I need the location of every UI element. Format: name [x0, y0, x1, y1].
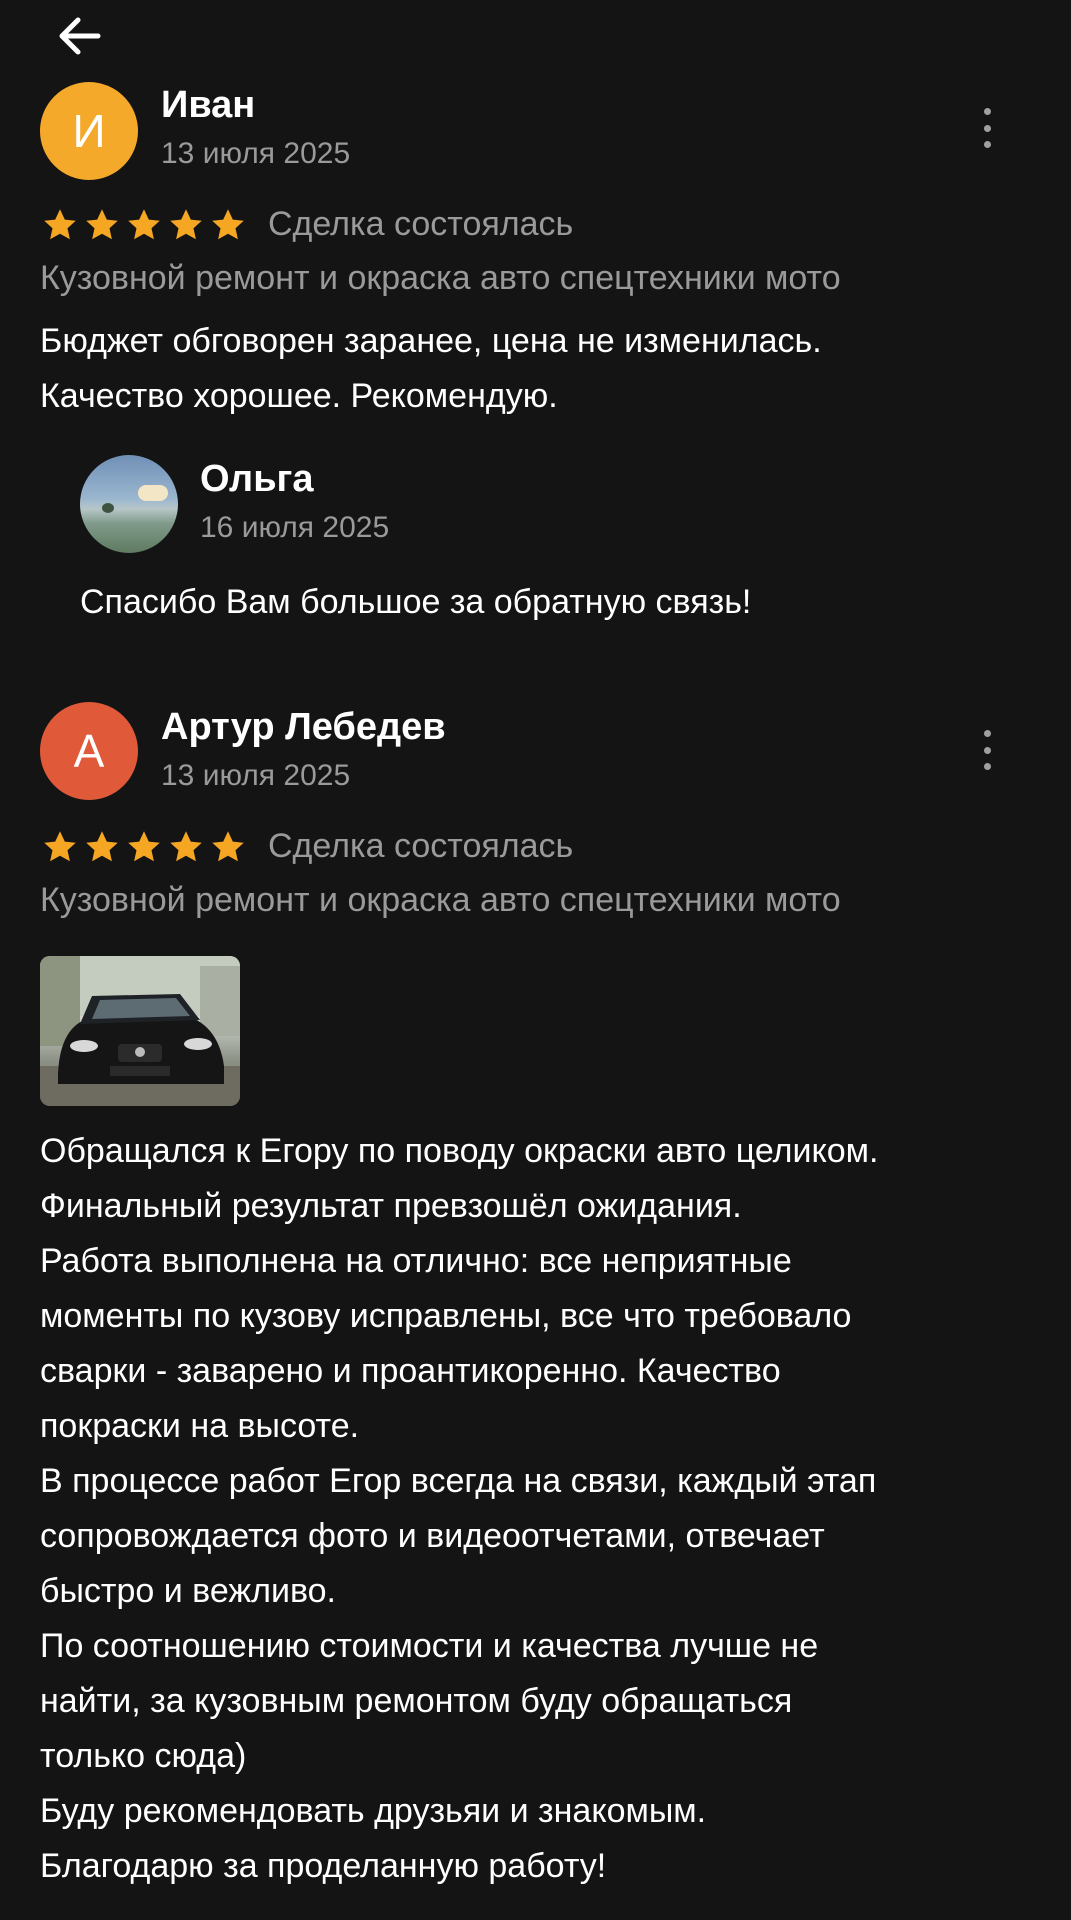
- dot: [983, 108, 991, 115]
- star-icon: [170, 830, 202, 861]
- review-text-line: сопровождается фото и видеоотчетами, отв…: [40, 1517, 825, 1555]
- star-rating: [42, 207, 246, 243]
- review-text-line: По соотношению стоимости и качества лучш…: [40, 1627, 819, 1665]
- review-text-line: моменты по кузову исправлены, все что тр…: [40, 1297, 852, 1335]
- deal-status: Сделка состоялась: [268, 205, 574, 243]
- star-icon: [44, 208, 76, 239]
- star-icon: [128, 208, 160, 239]
- review-text: Бюджет обговорен заранее, цена не измени…: [40, 314, 822, 424]
- review-text-line: Работа выполнена на отлично: все неприят…: [40, 1242, 792, 1280]
- review-text-line: Финальный результат превзошёл ожидания.: [40, 1187, 742, 1225]
- review-text-line: Буду рекомендовать друзьяи и знакомым.: [40, 1792, 707, 1830]
- reply-text: Спасибо Вам большое за обратную связь!: [80, 575, 751, 630]
- star-icon: [44, 830, 76, 861]
- reply-avatar: [80, 455, 178, 553]
- avatar-letter: И: [72, 105, 106, 157]
- star-icon: [212, 208, 244, 239]
- dot: [983, 141, 991, 148]
- avatar-letter: А: [73, 725, 105, 777]
- more-options-button[interactable]: [972, 722, 1002, 778]
- author-name[interactable]: Иван: [161, 84, 255, 127]
- review-date: 13 июля 2025: [161, 759, 351, 792]
- dot: [983, 124, 991, 132]
- rating-row: Сделка состоялась: [42, 205, 573, 244]
- review-date: 13 июля 2025: [161, 137, 351, 170]
- author-name[interactable]: Артур Лебедев: [161, 706, 446, 749]
- avatar[interactable]: И: [40, 82, 138, 180]
- reply-date: 16 июля 2025: [200, 511, 390, 544]
- service-category: Кузовной ремонт и окраска авто спецтехни…: [40, 259, 841, 297]
- deal-status: Сделка состоялась: [268, 827, 574, 865]
- review-text-line: Обращался к Егору по поводу окраски авто…: [40, 1132, 879, 1170]
- star-rating: [42, 829, 246, 865]
- review-text-line: найти, за кузовным ремонтом буду обращат…: [40, 1682, 793, 1720]
- service-category: Кузовной ремонт и окраска авто спецтехни…: [40, 881, 841, 919]
- review-photo[interactable]: [40, 956, 240, 1106]
- review-text-line: Бюджет обговорен заранее, цена не измени…: [40, 322, 822, 360]
- rating-row: Сделка состоялась: [42, 827, 573, 866]
- star-icon: [86, 830, 118, 861]
- star-icon: [86, 208, 118, 239]
- reply-text-line: Спасибо Вам большое за обратную связь!: [80, 583, 752, 621]
- star-icon: [170, 208, 202, 239]
- star-icon: [212, 830, 244, 861]
- arrow-left-icon: [59, 17, 101, 55]
- star-icon: [128, 830, 160, 861]
- review-text-line: только сюда): [40, 1737, 247, 1775]
- dot: [983, 746, 991, 754]
- review-text-line: сварки - заварено и проантикоренно. Каче…: [40, 1352, 781, 1390]
- dot: [983, 730, 991, 737]
- review-text: Обращался к Егору по поводу окраски авто…: [40, 1124, 878, 1894]
- cloud-shape: [138, 485, 168, 501]
- review-text-line: быстро и вежливо.: [40, 1572, 337, 1610]
- avatar[interactable]: А: [40, 702, 138, 800]
- review-text-line: В процессе работ Егор всегда на связи, к…: [40, 1462, 877, 1500]
- back-button[interactable]: [52, 8, 108, 64]
- tree-shape: [102, 503, 114, 513]
- car-photo-image: [40, 956, 240, 1106]
- more-options-button[interactable]: [972, 100, 1002, 156]
- review-text-line: Благодарю за проделанную работу!: [40, 1847, 607, 1885]
- review-text-line: Качество хорошее. Рекомендую.: [40, 377, 558, 415]
- dot: [983, 763, 991, 770]
- reply-author-name: Ольга: [200, 458, 314, 500]
- review-text-line: покраски на высоте.: [40, 1407, 360, 1445]
